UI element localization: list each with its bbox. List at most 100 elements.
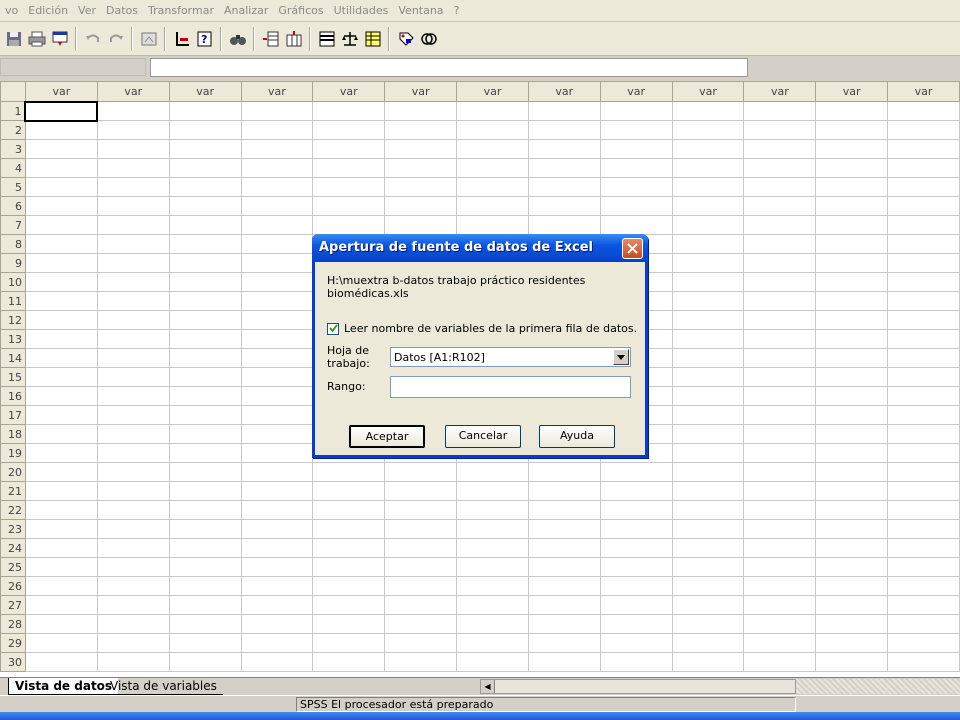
active-cell[interactable]: [24, 100, 99, 122]
grid-cell[interactable]: [240, 386, 314, 406]
grid-cell[interactable]: [815, 177, 889, 197]
horizontal-scrollbar[interactable]: ◀: [480, 679, 796, 694]
ok-button[interactable]: Aceptar: [349, 425, 425, 448]
grid-cell[interactable]: [312, 215, 386, 235]
grid-cell[interactable]: [168, 310, 242, 330]
row-header[interactable]: 26: [0, 576, 26, 596]
row-header[interactable]: 25: [0, 557, 26, 577]
dropdown-button[interactable]: [613, 349, 629, 365]
grid-cell[interactable]: [240, 367, 314, 387]
column-header[interactable]: var: [456, 81, 529, 102]
grid-cell[interactable]: [599, 633, 673, 653]
grid-cell[interactable]: [384, 177, 458, 197]
grid-cell[interactable]: [743, 101, 817, 121]
row-header[interactable]: 6: [0, 196, 26, 216]
grid-cell[interactable]: [96, 234, 170, 254]
grid-cell[interactable]: [384, 158, 458, 178]
grid-cell[interactable]: [599, 120, 673, 140]
grid-cell[interactable]: [815, 367, 889, 387]
grid-cell[interactable]: [456, 633, 529, 653]
grid-cell[interactable]: [240, 519, 314, 539]
grid-cell[interactable]: [671, 405, 745, 425]
range-input[interactable]: [390, 376, 631, 398]
dialog-recall-icon[interactable]: [49, 28, 70, 50]
grid-cell[interactable]: [887, 291, 960, 311]
goto-chart-icon[interactable]: [138, 28, 159, 50]
menu-item[interactable]: Ver: [73, 4, 101, 17]
grid-cell[interactable]: [599, 519, 673, 539]
grid-cell[interactable]: [527, 519, 601, 539]
grid-cell[interactable]: [599, 158, 673, 178]
grid-cell[interactable]: [743, 576, 817, 596]
grid-cell[interactable]: [24, 291, 98, 311]
grid-cell[interactable]: [240, 101, 314, 121]
grid-cell[interactable]: [815, 158, 889, 178]
grid-cell[interactable]: [527, 120, 601, 140]
column-header[interactable]: var: [312, 81, 386, 102]
row-header[interactable]: 10: [0, 272, 26, 292]
grid-cell[interactable]: [24, 614, 98, 634]
grid-cell[interactable]: [240, 272, 314, 292]
grid-cell[interactable]: [815, 633, 889, 653]
grid-cell[interactable]: [24, 329, 98, 349]
grid-cell[interactable]: [887, 101, 960, 121]
grid-cell[interactable]: [815, 443, 889, 463]
grid-cell[interactable]: [815, 462, 889, 482]
grid-cell[interactable]: [887, 177, 960, 197]
grid-cell[interactable]: [312, 158, 386, 178]
grid-cell[interactable]: [887, 538, 960, 558]
variables-icon[interactable]: ?: [194, 28, 215, 50]
grid-cell[interactable]: [96, 101, 170, 121]
grid-cell[interactable]: [384, 557, 458, 577]
grid-cell[interactable]: [743, 443, 817, 463]
grid-cell[interactable]: [312, 196, 386, 216]
grid-cell[interactable]: [168, 120, 242, 140]
tab-variable-view[interactable]: Vista de variables: [104, 678, 223, 695]
grid-cell[interactable]: [887, 519, 960, 539]
grid-cell[interactable]: [743, 196, 817, 216]
grid-cell[interactable]: [599, 557, 673, 577]
grid-cell[interactable]: [815, 652, 889, 672]
grid-cell[interactable]: [456, 481, 529, 501]
goto-case-icon[interactable]: [171, 28, 192, 50]
grid-cell[interactable]: [240, 614, 314, 634]
menu-item[interactable]: vo: [0, 4, 23, 17]
grid-cell[interactable]: [24, 120, 98, 140]
grid-cell[interactable]: [312, 101, 386, 121]
grid-cell[interactable]: [671, 139, 745, 159]
grid-cell[interactable]: [887, 196, 960, 216]
grid-cell[interactable]: [599, 215, 673, 235]
grid-cell[interactable]: [887, 253, 960, 273]
grid-cell[interactable]: [887, 633, 960, 653]
grid-cell[interactable]: [815, 215, 889, 235]
grid-cell[interactable]: [456, 158, 529, 178]
read-names-checkbox-row[interactable]: Leer nombre de variables de la primera f…: [327, 322, 637, 335]
grid-cell[interactable]: [96, 348, 170, 368]
grid-cell[interactable]: [815, 291, 889, 311]
grid-cell[interactable]: [24, 652, 98, 672]
grid-cell[interactable]: [168, 462, 242, 482]
grid-cell[interactable]: [24, 386, 98, 406]
grid-cell[interactable]: [887, 329, 960, 349]
column-header[interactable]: var: [24, 81, 98, 102]
grid-cell[interactable]: [96, 557, 170, 577]
grid-cell[interactable]: [96, 253, 170, 273]
grid-cell[interactable]: [887, 215, 960, 235]
grid-cell[interactable]: [24, 481, 98, 501]
grid-cell[interactable]: [527, 652, 601, 672]
grid-cell[interactable]: [456, 557, 529, 577]
grid-cell[interactable]: [887, 443, 960, 463]
grid-cell[interactable]: [96, 519, 170, 539]
grid-cell[interactable]: [815, 272, 889, 292]
grid-cell[interactable]: [24, 405, 98, 425]
grid-cell[interactable]: [24, 538, 98, 558]
grid-cell[interactable]: [240, 253, 314, 273]
grid-cell[interactable]: [24, 272, 98, 292]
grid-cell[interactable]: [168, 158, 242, 178]
grid-cell[interactable]: [599, 196, 673, 216]
grid-cell[interactable]: [24, 557, 98, 577]
column-header[interactable]: var: [671, 81, 745, 102]
grid-cell[interactable]: [887, 500, 960, 520]
grid-cell[interactable]: [743, 386, 817, 406]
grid-cell[interactable]: [527, 196, 601, 216]
